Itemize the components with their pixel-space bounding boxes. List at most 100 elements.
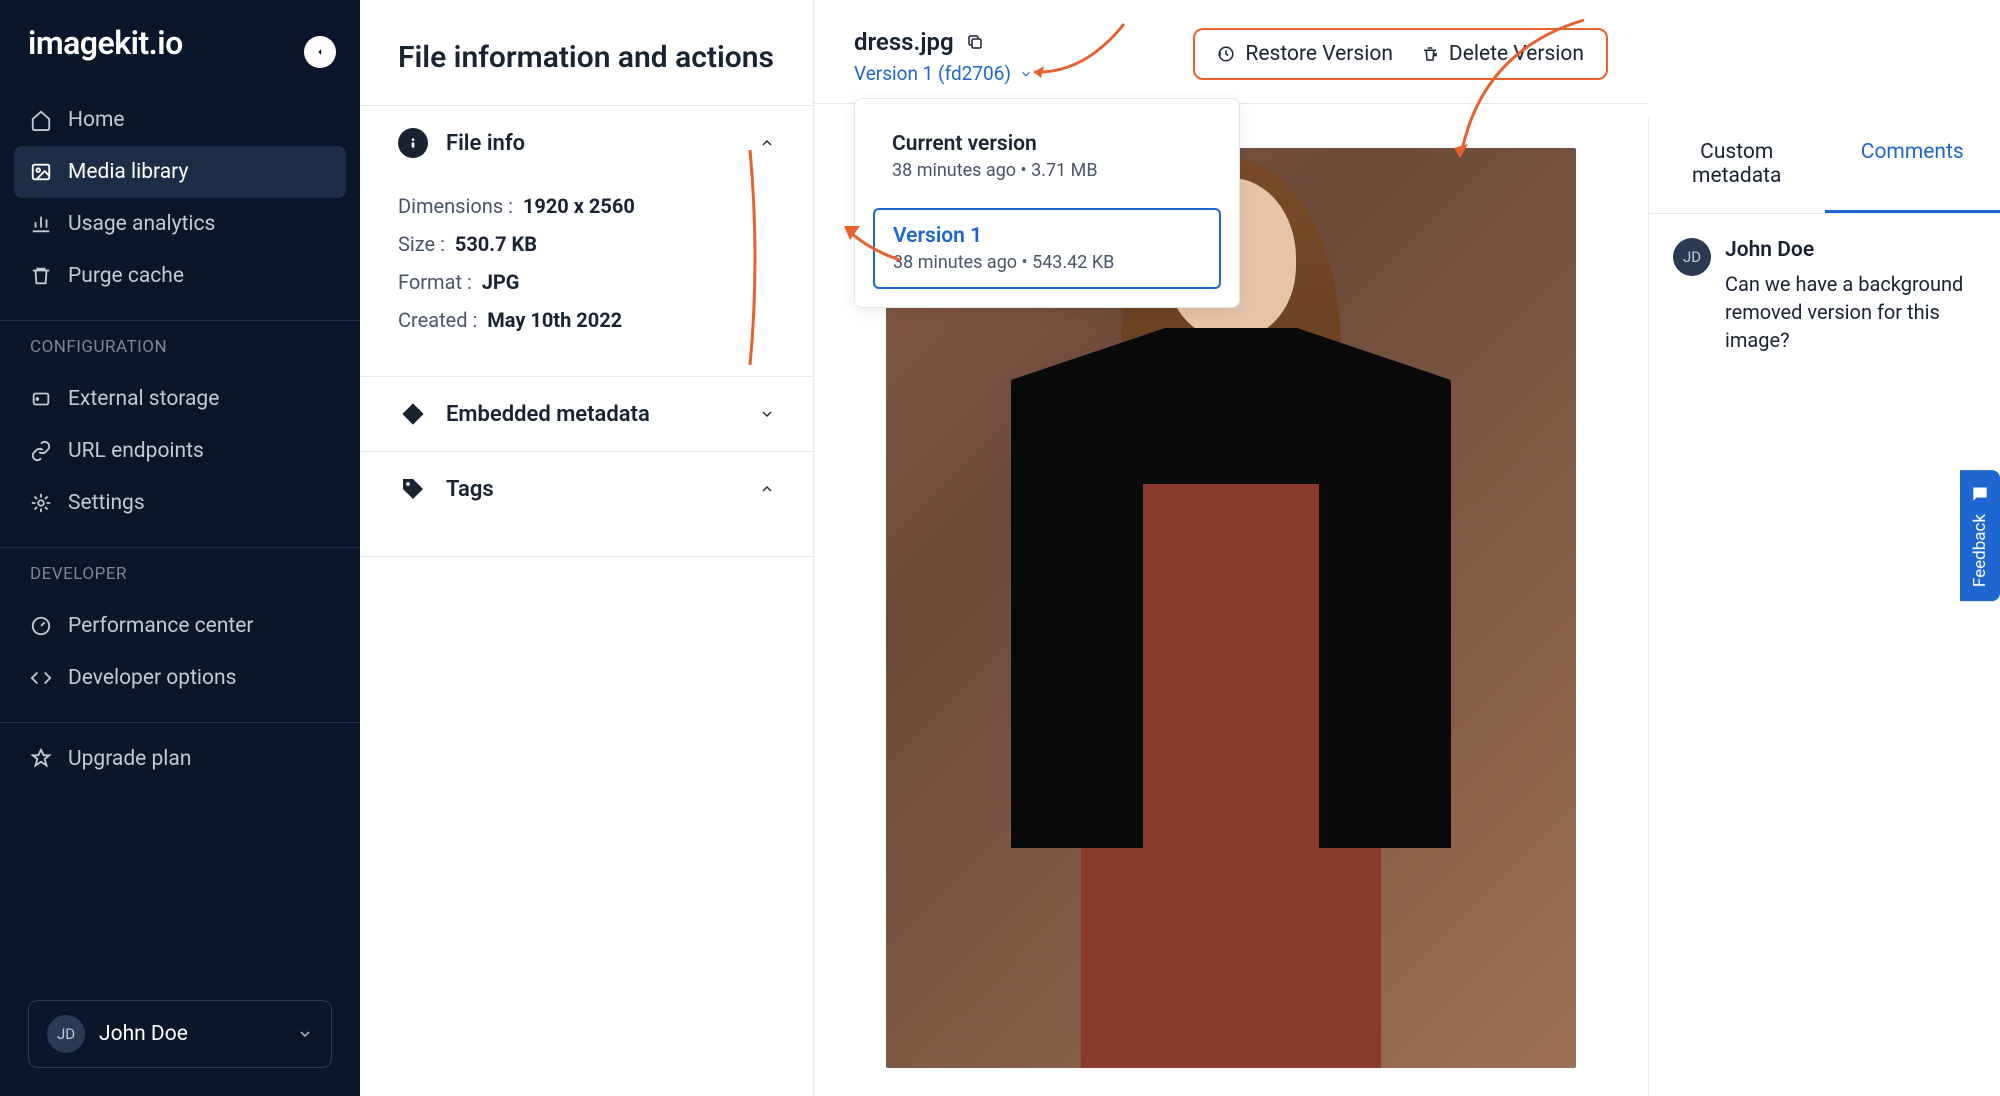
viewer: dress.jpg Version 1 (fd2706) Restore Ver… bbox=[814, 0, 1648, 1096]
logo-text: imagekit.io bbox=[28, 24, 183, 62]
nav-purge-cache[interactable]: Purge cache bbox=[14, 250, 346, 302]
chevron-up-icon bbox=[759, 135, 775, 151]
section-title: Embedded metadata bbox=[446, 402, 741, 427]
tab-custom-metadata[interactable]: Custom metadata bbox=[1649, 118, 1825, 213]
chevron-up-icon bbox=[759, 481, 775, 497]
nav-label: URL endpoints bbox=[68, 439, 204, 463]
nav-primary: Home Media library Usage analytics Purge… bbox=[0, 86, 360, 310]
tab-comments[interactable]: Comments bbox=[1825, 118, 2000, 213]
nav-section-developer: DEVELOPER bbox=[0, 547, 360, 592]
comment-avatar: JD bbox=[1673, 238, 1711, 276]
sidebar: imagekit.io Home Media library Usage ana… bbox=[0, 0, 360, 1096]
nav-label: Developer options bbox=[68, 666, 236, 690]
diamond-icon bbox=[398, 399, 428, 429]
upgrade-icon bbox=[30, 748, 52, 770]
code-icon bbox=[30, 667, 52, 689]
nav-settings[interactable]: Settings bbox=[14, 477, 346, 529]
nav-home[interactable]: Home bbox=[14, 94, 346, 146]
copy-icon[interactable] bbox=[966, 33, 984, 51]
nav-label: External storage bbox=[68, 387, 219, 411]
version-title: Current version bbox=[892, 132, 1202, 156]
version-item-current[interactable]: Current version 38 minutes ago • 3.71 MB bbox=[873, 117, 1221, 196]
trash-icon bbox=[30, 265, 52, 287]
collapse-sidebar-button[interactable] bbox=[304, 36, 336, 68]
gauge-icon bbox=[30, 615, 52, 637]
section-title: File info bbox=[446, 131, 741, 156]
file-name-row: dress.jpg bbox=[854, 28, 1033, 56]
nav-label: Home bbox=[68, 108, 125, 132]
nav-url-endpoints[interactable]: URL endpoints bbox=[14, 425, 346, 477]
nav-label: Media library bbox=[68, 160, 188, 184]
delete-label: Delete Version bbox=[1449, 42, 1584, 66]
info-panel-title: File information and actions bbox=[360, 0, 813, 105]
restore-version-button[interactable]: Restore Version bbox=[1217, 42, 1393, 66]
home-icon bbox=[30, 109, 52, 131]
section-file-info-head[interactable]: File info bbox=[360, 106, 813, 180]
link-icon bbox=[30, 440, 52, 462]
version-item-1[interactable]: Version 1 38 minutes ago • 543.42 KB bbox=[873, 208, 1221, 289]
dimensions-row: Dimensions : 1920 x 2560 bbox=[398, 194, 775, 218]
comments-list: JD John Doe Can we have a background rem… bbox=[1649, 214, 2000, 378]
file-title-block: dress.jpg Version 1 (fd2706) bbox=[854, 28, 1033, 85]
nav-performance-center[interactable]: Performance center bbox=[14, 600, 346, 652]
tabs: Custom metadata Comments bbox=[1649, 118, 2000, 214]
delete-icon bbox=[1421, 45, 1439, 63]
right-panel: Custom metadata Comments JD John Doe Can… bbox=[1648, 118, 2000, 1096]
size-row: Size : 530.7 KB bbox=[398, 232, 775, 256]
version-meta: 38 minutes ago • 3.71 MB bbox=[892, 160, 1202, 181]
storage-icon bbox=[30, 388, 52, 410]
version-title: Version 1 bbox=[893, 224, 1201, 248]
chevron-down-icon bbox=[1019, 67, 1033, 81]
nav-label: Usage analytics bbox=[68, 212, 215, 236]
comment-author: John Doe bbox=[1725, 238, 1976, 262]
info-icon bbox=[398, 128, 428, 158]
nav-label: Upgrade plan bbox=[68, 747, 191, 771]
nav-upgrade-plan[interactable]: Upgrade plan bbox=[14, 733, 346, 785]
nav-section-configuration: CONFIGURATION bbox=[0, 320, 360, 365]
tags-body bbox=[360, 526, 813, 556]
delete-version-button[interactable]: Delete Version bbox=[1421, 42, 1584, 66]
section-title: Tags bbox=[446, 477, 741, 502]
nav-external-storage[interactable]: External storage bbox=[14, 373, 346, 425]
nav-label: Performance center bbox=[68, 614, 254, 638]
user-menu[interactable]: JD John Doe bbox=[28, 1000, 332, 1068]
file-name: dress.jpg bbox=[854, 28, 954, 56]
chevron-down-icon bbox=[759, 406, 775, 422]
gear-icon bbox=[30, 492, 52, 514]
tag-icon bbox=[398, 474, 428, 504]
comment-body: John Doe Can we have a background remove… bbox=[1725, 238, 1976, 354]
feedback-label: Feedback bbox=[1970, 514, 1990, 587]
version-meta: 38 minutes ago • 543.42 KB bbox=[893, 252, 1201, 273]
chart-icon bbox=[30, 213, 52, 235]
chevron-down-icon bbox=[297, 1026, 313, 1042]
nav-label: Settings bbox=[68, 491, 145, 515]
format-row: Format : JPG bbox=[398, 270, 775, 294]
file-info-body: Dimensions : 1920 x 2560 Size : 530.7 KB… bbox=[360, 194, 813, 376]
nav-developer-options[interactable]: Developer options bbox=[14, 652, 346, 704]
history-icon bbox=[1217, 45, 1235, 63]
file-info-panel: File information and actions File info D… bbox=[360, 0, 814, 1096]
arrow-left-icon bbox=[313, 45, 327, 59]
comment-text: Can we have a background removed version… bbox=[1725, 270, 1976, 354]
nav-usage-analytics[interactable]: Usage analytics bbox=[14, 198, 346, 250]
comment-item: JD John Doe Can we have a background rem… bbox=[1673, 238, 1976, 354]
nav-dev: Performance center Developer options bbox=[0, 592, 360, 712]
section-tags: Tags bbox=[360, 451, 813, 557]
version-selector[interactable]: Version 1 (fd2706) bbox=[854, 62, 1033, 85]
viewer-header: dress.jpg Version 1 (fd2706) Restore Ver… bbox=[814, 0, 1648, 103]
image-icon bbox=[30, 161, 52, 183]
section-embedded-metadata: Embedded metadata bbox=[360, 376, 813, 451]
user-name: John Doe bbox=[99, 1022, 283, 1046]
chat-icon bbox=[1970, 484, 1990, 504]
nav-label: Purge cache bbox=[68, 264, 184, 288]
user-avatar: JD bbox=[47, 1015, 85, 1053]
version-label: Version 1 (fd2706) bbox=[854, 62, 1011, 85]
nav-media-library[interactable]: Media library bbox=[14, 146, 346, 198]
version-actions: Restore Version Delete Version bbox=[1193, 28, 1608, 80]
section-embedded-head[interactable]: Embedded metadata bbox=[360, 377, 813, 451]
feedback-tab[interactable]: Feedback bbox=[1960, 470, 2000, 601]
restore-label: Restore Version bbox=[1245, 42, 1393, 66]
section-file-info: File info Dimensions : 1920 x 2560 Size … bbox=[360, 105, 813, 376]
section-tags-head[interactable]: Tags bbox=[360, 452, 813, 526]
version-dropdown: Current version 38 minutes ago • 3.71 MB… bbox=[854, 98, 1240, 308]
